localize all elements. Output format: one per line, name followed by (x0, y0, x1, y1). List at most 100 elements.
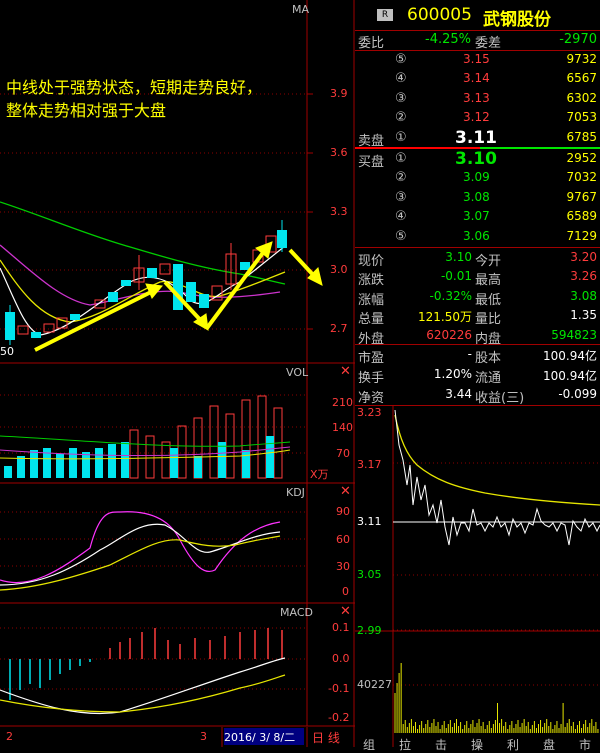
macd-tick: 0.1 (332, 621, 350, 634)
bottom-index-left: 2 (6, 730, 13, 743)
order-level-num: ⑤ (395, 52, 407, 67)
fund-label: 收益(三) (475, 391, 525, 406)
annotation-line-2: 整体走势相对强于大盘 (6, 101, 167, 120)
intraday-tick: 3.11 (357, 515, 382, 528)
volume-bar-down (170, 448, 178, 478)
intraday-bottom-label[interactable]: 利 (507, 736, 519, 753)
fundamental-row: 市盈 - 股本 100.94亿 (355, 345, 600, 366)
order-volume: 9732 (566, 52, 597, 66)
intraday-tick: 2.99 (357, 624, 382, 637)
low-price-marker: 50 (0, 345, 14, 358)
fund-label: 换手 (358, 371, 385, 386)
quote-value: 3.20 (570, 250, 597, 264)
macd-panel-label: MACD (280, 606, 313, 619)
intraday-bottom-label[interactable]: 击 (435, 736, 447, 753)
ma-line-green (0, 201, 286, 285)
order-price: 3.15 (463, 52, 490, 66)
order-level-num: ⑤ (395, 228, 407, 244)
order-price: 3.08 (463, 189, 490, 204)
period-selector[interactable]: 日 线 (312, 729, 340, 746)
quote-row: 涨跌 -0.01 最高 3.26 (355, 267, 600, 289)
intraday-bottom-label[interactable]: 拉 (399, 736, 411, 753)
ma-tick: 3.6 (330, 146, 348, 159)
volume-bar-up (257, 395, 267, 479)
stock-name: 武钢股份 (483, 10, 551, 30)
quote-label: 量比 (475, 312, 502, 328)
quote-value: 620226 (426, 327, 472, 342)
stock-code: 600005 (407, 5, 472, 25)
quote-label: 涨幅 (358, 292, 385, 308)
fund-value: - (467, 347, 472, 361)
kdj-line-k (0, 523, 281, 586)
trend-arrows (34, 241, 323, 352)
quote-row: 外盘 620226 内盘 594823 (355, 326, 600, 347)
vol-tick: 140 (332, 421, 353, 434)
quote-label: 最高 (475, 273, 502, 289)
quote-row: 涨幅 -0.32% 最低 3.08 (355, 287, 600, 308)
order-volume: 6302 (566, 90, 597, 105)
kline-chart-area[interactable]: MA VOL KDJ MACD ✕ ✕ ✕ 3.9 3.6 3.3 3.0 2.… (0, 0, 355, 747)
quote-panel: R 600005 武钢股份 委比 -4.25% 委差 -2970 ⑤ 3.15 97… (355, 0, 600, 752)
fund-value: 1.20% (433, 367, 472, 381)
fund-label: 市盈 (358, 351, 385, 366)
order-volume: 6589 (566, 209, 597, 224)
volume-bar-up (161, 441, 171, 479)
quote-value: -0.32% (429, 288, 472, 303)
volume-bars (4, 395, 283, 479)
fund-value: -0.099 (558, 387, 597, 401)
order-row: ⑤ 3.06 7129 (355, 227, 600, 247)
order-row: ⑤ 3.15 9732 (355, 50, 600, 70)
volume-bar-down (266, 436, 274, 478)
vol-tick: 70 (336, 447, 350, 460)
quote-label: 最低 (475, 292, 502, 308)
order-row: ② 3.12 7053 (355, 108, 600, 128)
order-ratio-row: 委比 -4.25% 委差 -2970 (355, 30, 600, 51)
quote-row: 现价 3.10 今开 3.20 (355, 248, 600, 269)
diff-label: 委差 (475, 36, 502, 51)
intraday-bottom-label[interactable]: 盘 (543, 736, 555, 753)
order-level-num: ② (395, 110, 407, 126)
kdj-tick: 30 (336, 560, 350, 573)
quote-value: 3.26 (570, 269, 597, 284)
ratio-label: 委比 (358, 36, 385, 51)
price-line (394, 409, 600, 546)
order-level-num: ④ (395, 209, 407, 225)
volume-bar-down (30, 450, 38, 478)
date-cursor-label: 2016/ 3/ 8/二 (224, 728, 304, 745)
ma-tick: 3.0 (330, 263, 348, 276)
ratio-value: -4.25% (425, 32, 471, 47)
volume-bar-up (209, 405, 219, 479)
intraday-bottom-label[interactable]: 操 (471, 736, 483, 753)
volume-bar-down (69, 448, 77, 478)
vol-tick: 210 (332, 396, 353, 409)
intraday-bottom-label[interactable]: 市 (579, 736, 591, 753)
order-volume: 2952 (566, 151, 597, 165)
order-side-label: 买盘 (358, 155, 385, 170)
quote-value: -0.01 (440, 269, 472, 284)
diff-value: -2970 (559, 32, 597, 47)
ma-panel-label: MA (292, 3, 310, 16)
quote-value: 121.50万 (418, 310, 472, 325)
order-level-num: ① (395, 151, 407, 166)
kdj-line-d (0, 535, 281, 591)
quote-value: 594823 (551, 327, 597, 342)
order-volume: 9767 (566, 189, 597, 204)
close-icon[interactable]: ✕ (340, 604, 351, 619)
intraday-tick: 3.17 (357, 458, 382, 471)
order-price: 3.06 (463, 228, 490, 243)
intraday-tick: 3.23 (357, 406, 382, 419)
order-price: 3.14 (463, 71, 490, 86)
order-side-label: 卖盘 (358, 133, 385, 149)
intraday-chart[interactable] (355, 405, 600, 747)
intraday-bottom-label[interactable]: 组 (363, 736, 375, 753)
quote-value: 1.35 (570, 308, 597, 323)
close-icon[interactable]: ✕ (340, 364, 351, 379)
ma-tick: 2.7 (330, 322, 348, 335)
fund-value: 100.94亿 (543, 369, 597, 383)
order-volume: 6785 (566, 129, 597, 144)
close-icon[interactable]: ✕ (340, 484, 351, 499)
order-level-num: ① (395, 129, 407, 145)
order-row: ④ 3.14 6567 (355, 69, 600, 89)
fund-value: 3.44 (445, 387, 472, 401)
macd-dif-line (0, 657, 286, 715)
